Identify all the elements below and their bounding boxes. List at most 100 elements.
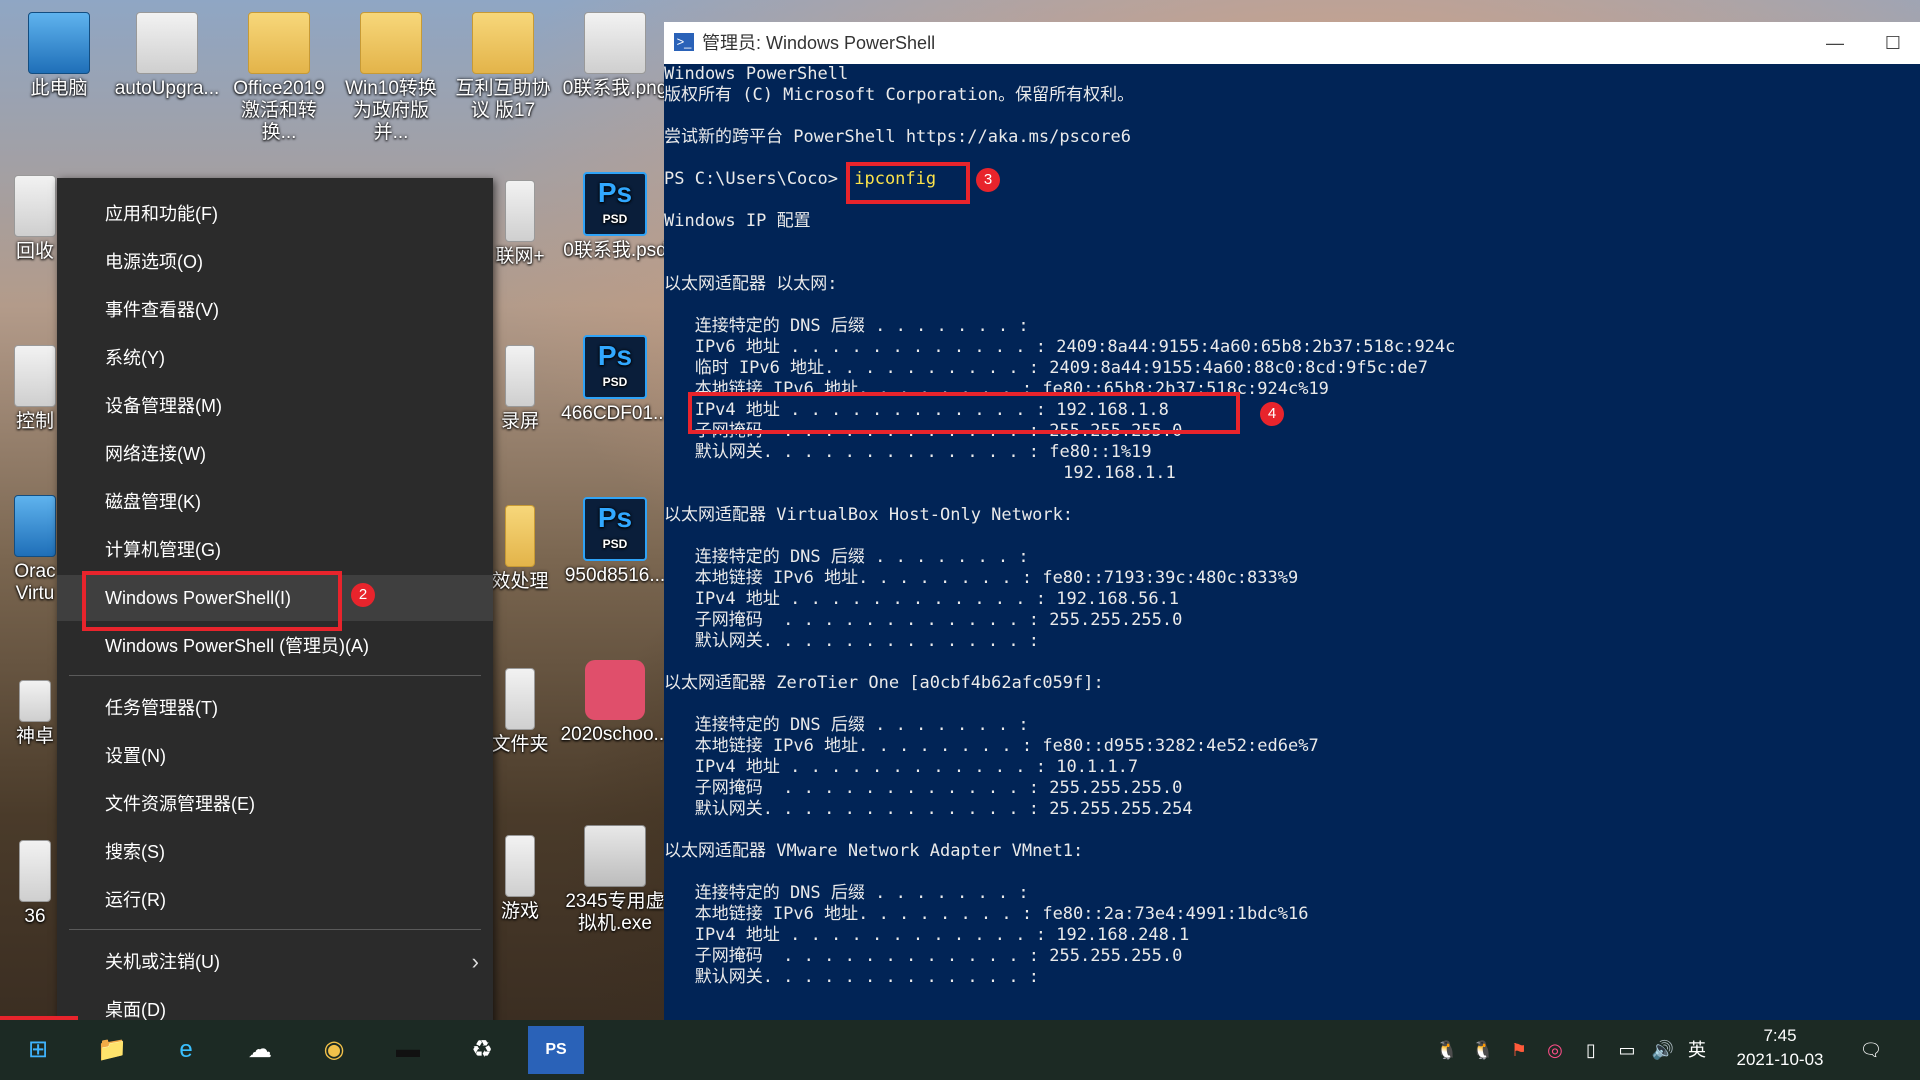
desktop-icon-label: 神卓 xyxy=(15,726,54,747)
desktop-icon-label: 0联系我.psd xyxy=(563,240,667,261)
desktop-icon-contact-png[interactable]: 0联系我.png xyxy=(560,12,670,100)
desktop-icon-label: 文件夹 xyxy=(491,734,549,755)
tray-qq2-icon[interactable]: 🐧 xyxy=(1470,1036,1496,1064)
notification-icon[interactable]: 🗨 xyxy=(1858,1036,1884,1064)
taskbar-clock[interactable]: 7:45 2021-10-03 xyxy=(1720,1024,1840,1072)
menu-item-file-explorer[interactable]: 文件资源管理器(E) xyxy=(57,781,493,827)
tray-qq-icon[interactable]: 🐧 xyxy=(1434,1036,1460,1064)
qr-code-icon xyxy=(584,12,646,74)
desktop-icon-win10[interactable]: Win10转换 为政府版并... xyxy=(336,12,446,144)
console-line: 以太网适配器 VMware Network Adapter VMnet1: xyxy=(664,841,1084,861)
console-line: 版权所有 (C) Microsoft Corporation。保留所有权利。 xyxy=(664,85,1135,105)
start-button[interactable]: ⊞ xyxy=(10,1026,66,1074)
desktop-icon-screen-record[interactable]: 录屏 xyxy=(490,345,550,433)
powershell-console[interactable]: Windows PowerShell 版权所有 (C) Microsoft Co… xyxy=(664,64,1920,1020)
tray-flag-icon[interactable]: ⚑ xyxy=(1506,1036,1532,1064)
powershell-title-bar[interactable]: >_ 管理员: Windows PowerShell — ☐ xyxy=(664,22,1920,64)
console-line: 默认网关. . . . . . . . . . . . . : 25.255.2… xyxy=(664,799,1193,819)
desktop-icon-label: 互利互助协议 版17 xyxy=(455,78,551,121)
desktop-icon-this-pc[interactable]: 此电脑 xyxy=(4,12,114,100)
file-icon xyxy=(19,840,51,902)
tray-usb-icon[interactable]: ▯ xyxy=(1578,1036,1604,1064)
menu-item-apps-features[interactable]: 应用和功能(F) xyxy=(57,191,493,237)
console-line: 尝试新的跨平台 PowerShell https://aka.ms/pscore… xyxy=(664,127,1131,147)
menu-item-device-manager[interactable]: 设备管理器(M) xyxy=(57,383,493,429)
console-line: IPv4 地址 . . . . . . . . . . . . : 192.16… xyxy=(664,925,1190,945)
chevron-right-icon: › xyxy=(471,949,479,974)
desktop-icon-label: 回收 xyxy=(15,241,54,262)
console-line: 连接特定的 DNS 后缀 . . . . . . . : xyxy=(664,883,1029,903)
desktop-icon-label: 联网+ xyxy=(495,246,545,267)
desktop-icon-466cdf01[interactable]: Ps PSD 466CDF01... xyxy=(560,335,670,425)
menu-item-power-options[interactable]: 电源选项(O) xyxy=(57,239,493,285)
taskbar-recycle-icon[interactable]: ♻ xyxy=(454,1026,510,1074)
clock-date: 2021-10-03 xyxy=(1736,1050,1824,1069)
desktop-icon-internet-plus[interactable]: 联网+ xyxy=(490,180,550,268)
console-line: 临时 IPv6 地址. . . . . . . . . . : 2409:8a4… xyxy=(664,358,1428,378)
exe-icon xyxy=(584,825,646,887)
taskbar-chrome-icon[interactable]: ◉ xyxy=(306,1026,362,1074)
desktop-icon-2020school[interactable]: 2020schoo... xyxy=(560,660,670,746)
desktop-icon-autoupgrade[interactable]: autoUpgra... xyxy=(112,12,222,100)
taskbar-terminal-icon[interactable]: ▬ xyxy=(380,1026,436,1074)
photoshop-file-icon: Ps PSD xyxy=(583,172,647,236)
menu-item-event-viewer[interactable]: 事件查看器(V) xyxy=(57,287,493,333)
control-panel-icon xyxy=(14,345,56,407)
menu-item-computer-management[interactable]: 计算机管理(G) xyxy=(57,527,493,573)
taskbar-file-explorer-icon[interactable]: 📁 xyxy=(84,1026,140,1074)
desktop-icon-contact-psd[interactable]: Ps PSD 0联系我.psd xyxy=(560,172,670,262)
folder-icon xyxy=(505,505,535,567)
highlight-box-ipv4 xyxy=(688,392,1240,434)
taskbar-edge-icon[interactable]: e xyxy=(158,1026,214,1074)
console-line: 以太网适配器 以太网: xyxy=(664,274,838,294)
database-icon xyxy=(585,660,645,720)
desktop-icon-2345-vm[interactable]: 2345专用虚 拟机.exe xyxy=(560,825,670,935)
console-line: 连接特定的 DNS 后缀 . . . . . . . : xyxy=(664,547,1029,567)
desktop-icon-label: 此电脑 xyxy=(30,78,88,99)
photoshop-file-icon: Ps PSD xyxy=(583,335,647,399)
console-line: Windows PowerShell xyxy=(664,64,849,84)
tray-network-icon[interactable]: ▭ xyxy=(1614,1036,1640,1064)
file-icon xyxy=(505,345,535,407)
tray-app-icon[interactable]: ◎ xyxy=(1542,1036,1568,1064)
desktop-icon-label: Orac Virtu xyxy=(14,561,56,604)
menu-item-system[interactable]: 系统(Y) xyxy=(57,335,493,381)
console-line: 默认网关. . . . . . . . . . . . . : fe80::1%… xyxy=(664,442,1152,462)
desktop-icon-label: 0联系我.png xyxy=(562,78,668,99)
desktop-icon-label: 466CDF01... xyxy=(561,403,669,424)
recycle-bin-icon xyxy=(14,175,56,237)
console-line: 连接特定的 DNS 后缀 . . . . . . . : xyxy=(664,715,1029,735)
menu-item-settings[interactable]: 设置(N) xyxy=(57,733,493,779)
maximize-button[interactable]: ☐ xyxy=(1870,22,1916,64)
desktop-icon-950d8516[interactable]: Ps PSD 950d8516... xyxy=(560,497,670,587)
file-icon xyxy=(505,180,535,242)
desktop-icon-label: autoUpgra... xyxy=(114,78,220,99)
console-line: Windows IP 配置 xyxy=(664,211,811,231)
menu-item-search[interactable]: 搜索(S) xyxy=(57,829,493,875)
console-line: 192.168.1.1 xyxy=(664,463,1176,483)
desktop-icon-label: 控制 xyxy=(15,411,54,432)
desktop-icon-office2019[interactable]: Office2019 激活和转换... xyxy=(224,12,334,144)
input-method-indicator[interactable]: 英 xyxy=(1684,1036,1710,1064)
menu-item-task-manager[interactable]: 任务管理器(T) xyxy=(57,685,493,731)
desktop-icon-process[interactable]: 效处理 xyxy=(490,505,550,593)
powershell-icon: >_ xyxy=(674,33,694,51)
console-line: 子网掩码 . . . . . . . . . . . . : 255.255.2… xyxy=(664,778,1183,798)
computer-icon xyxy=(28,12,90,74)
console-line: 本地链接 IPv6 地址. . . . . . . . : fe80::2a:7… xyxy=(664,904,1309,924)
clock-time: 7:45 xyxy=(1763,1026,1797,1045)
desktop-icon-label: 录屏 xyxy=(500,411,539,432)
minimize-button[interactable]: — xyxy=(1812,22,1858,64)
menu-item-run[interactable]: 运行(R) xyxy=(57,877,493,923)
menu-item-network-connections[interactable]: 网络连接(W) xyxy=(57,431,493,477)
menu-item-shutdown-signout[interactable]: 关机或注销(U) › xyxy=(57,939,493,985)
menu-item-disk-management[interactable]: 磁盘管理(K) xyxy=(57,479,493,525)
desktop-icon-games[interactable]: 游戏 xyxy=(490,835,550,923)
tray-volume-icon[interactable]: 🔊 xyxy=(1650,1036,1676,1064)
desktop-icon-folder[interactable]: 文件夹 xyxy=(490,668,550,756)
desktop-icon-agreement[interactable]: 互利互助协议 版17 xyxy=(448,12,558,122)
step-badge-4: 4 xyxy=(1260,402,1284,426)
taskbar-powershell-icon[interactable]: PS xyxy=(528,1026,584,1074)
console-line: 本地链接 IPv6 地址. . . . . . . . : fe80::d955… xyxy=(664,736,1319,756)
taskbar-cloud-icon[interactable]: ☁ xyxy=(232,1026,288,1074)
